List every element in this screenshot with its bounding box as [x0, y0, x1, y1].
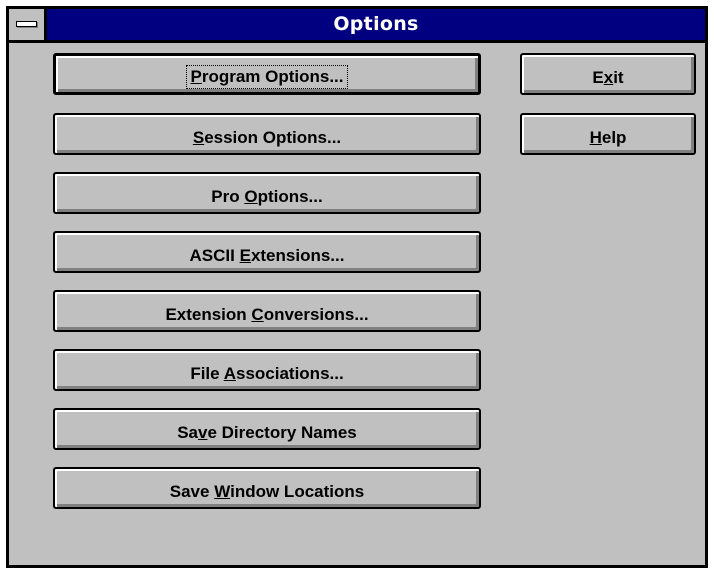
save-window-locations-button[interactable]: Save Window Locations: [53, 467, 481, 509]
button-label: ASCII Extensions...: [189, 245, 345, 265]
button-label: Session Options...: [192, 127, 342, 147]
help-button[interactable]: Help: [520, 113, 696, 155]
program-options-button[interactable]: Program Options...: [53, 53, 481, 95]
button-label: Extension Conversions...: [165, 304, 369, 324]
exit-button[interactable]: Exit: [520, 53, 696, 95]
button-label: Program Options...: [186, 65, 348, 89]
extension-conversions-button[interactable]: Extension Conversions...: [53, 290, 481, 332]
file-associations-button[interactable]: File Associations...: [53, 349, 481, 391]
button-label: Exit: [592, 67, 624, 87]
button-label: Help: [589, 127, 627, 147]
system-menu-button[interactable]: [9, 9, 47, 40]
window-title: Options: [333, 13, 419, 35]
button-label: Pro Options...: [211, 186, 323, 206]
minus-icon: [16, 21, 37, 27]
button-label: Save Window Locations: [169, 481, 365, 501]
pro-options-button[interactable]: Pro Options...: [53, 172, 481, 214]
button-label: File Associations...: [190, 363, 344, 383]
session-options-button[interactable]: Session Options...: [53, 113, 481, 155]
title-bar: Options: [9, 9, 705, 43]
options-dialog: Options Program Options... Session Optio…: [6, 6, 708, 568]
ascii-extensions-button[interactable]: ASCII Extensions...: [53, 231, 481, 273]
button-label: Save Directory Names: [177, 422, 357, 442]
save-directory-names-button[interactable]: Save Directory Names: [53, 408, 481, 450]
